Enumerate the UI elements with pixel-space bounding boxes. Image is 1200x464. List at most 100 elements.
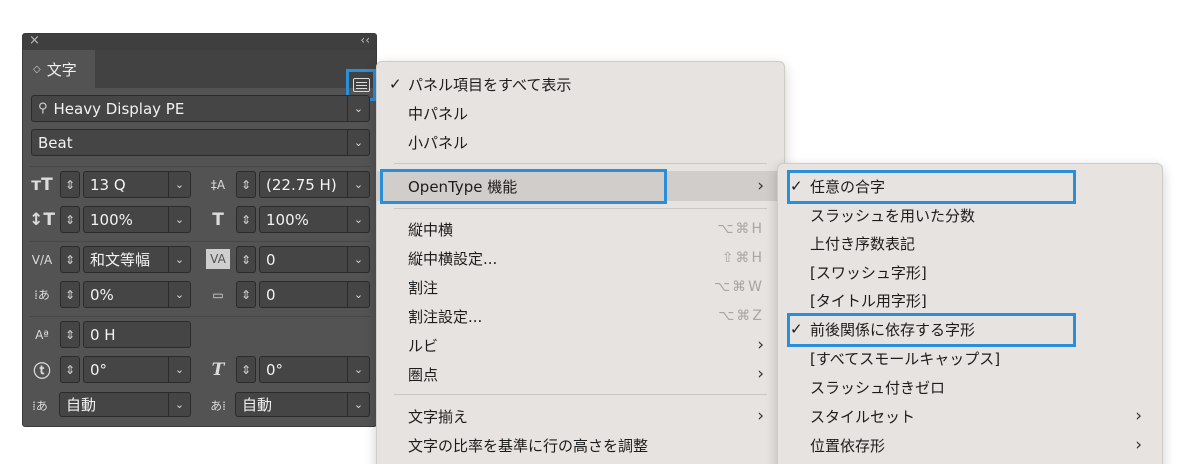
chevron-down-icon[interactable]: ⌄ [347, 393, 369, 416]
kerning-stepper[interactable]: ⇕ [60, 246, 80, 273]
horizontal-scale-value: 100% [266, 210, 309, 229]
rotation-stepper[interactable]: ⇕ [60, 356, 80, 383]
chevron-down-icon[interactable]: ⌄ [347, 207, 369, 232]
chevron-down-icon[interactable]: ⌄ [347, 357, 369, 382]
menu-item-label: 圏点 [408, 365, 439, 384]
menu-item-label: [スワッシュ字形] [810, 263, 927, 282]
baseline-shift-field[interactable]: 0 H [83, 321, 191, 348]
chevron-down-icon[interactable]: ⌄ [347, 130, 369, 155]
aki-before-field[interactable]: 自動 ⌄ [59, 392, 191, 417]
chevron-down-icon[interactable]: ⌄ [347, 247, 369, 272]
menu-item-label: 中パネル [408, 104, 469, 123]
leading-stepper[interactable]: ⇕ [236, 171, 256, 198]
vertical-scale-field[interactable]: 100% ⌄ [83, 206, 191, 233]
tsume-icon: ⁞あ [34, 288, 50, 302]
menu-item-ruby[interactable]: ルビ › [377, 331, 784, 359]
chevron-right-icon: › [1135, 406, 1142, 426]
chevron-right-icon: › [757, 176, 764, 196]
submenu-item-swash[interactable]: [スワッシュ字形] [778, 258, 1162, 286]
rotation-field[interactable]: 0° ⌄ [83, 356, 191, 383]
leading-icon: ‡A [210, 177, 226, 192]
submenu-item-fractions[interactable]: スラッシュを用いた分数 [778, 201, 1162, 229]
panel-tabbar: ◇ 文字 [23, 50, 376, 101]
menu-divider [394, 208, 767, 209]
aki-after-icon: あ⁞ [210, 399, 226, 413]
chevron-down-icon[interactable]: ⌄ [347, 282, 369, 307]
horizontal-scale-icon: T [212, 209, 224, 230]
chevron-down-icon[interactable]: ⌄ [347, 96, 369, 121]
menu-item-label: ルビ [408, 336, 439, 355]
menu-item-line-height[interactable]: 文字の比率を基準に行の高さを調整 [377, 431, 784, 459]
submenu-item-slashed-zero[interactable]: スラッシュ付きゼロ [778, 373, 1162, 401]
font-size-field[interactable]: 13 Q ⌄ [83, 171, 191, 198]
vscale-stepper[interactable]: ⇕ [60, 206, 80, 233]
menu-item-tatechuyoko-settings[interactable]: 縦中横設定... ⇧⌘H [377, 244, 784, 272]
menu-divider [394, 163, 767, 164]
submenu-item-ordinal[interactable]: 上付き序数表記 [778, 229, 1162, 257]
chevron-down-icon[interactable]: ⌄ [168, 172, 190, 197]
menu-item-label: 文字揃え [408, 407, 469, 426]
submenu-item-all-small-caps[interactable]: [すべてスモールキャップス] [778, 344, 1162, 372]
highlight-box [787, 313, 1076, 347]
font-family-select[interactable]: ⚲ Heavy Display PE ⌄ [31, 95, 370, 122]
menu-item-warichu[interactable]: 割注 ⌥⌘W [377, 273, 784, 301]
chevron-right-icon: › [757, 335, 764, 355]
chevron-down-icon[interactable]: ⌄ [347, 172, 369, 197]
submenu-item-positional-forms[interactable]: 位置依存形 › [778, 431, 1162, 459]
rotation-icon: ⓣ [33, 362, 51, 382]
chevron-right-icon: › [1135, 435, 1142, 455]
menu-item-warichu-settings[interactable]: 割注設定... ⌥⌘Z [377, 302, 784, 330]
font-style-value: Beat [38, 133, 73, 152]
tab-label: 文字 [46, 60, 77, 79]
menu-item-kenten[interactable]: 圏点 › [377, 360, 784, 388]
size-stepper[interactable]: ⇕ [60, 171, 80, 198]
menu-item-show-all[interactable]: ✓ パネル項目をすべて表示 [377, 70, 784, 98]
shortcut-label: ⌥⌘Z [718, 308, 764, 324]
submenu-item-stylistic-sets[interactable]: スタイルセット › [778, 402, 1162, 430]
skew-field[interactable]: 0° ⌄ [259, 356, 370, 383]
chevron-down-icon[interactable]: ⌄ [168, 247, 190, 272]
search-icon: ⚲ [38, 101, 48, 116]
baseline-stepper[interactable]: ⇕ [60, 321, 80, 348]
aki-before-value: 自動 [66, 396, 97, 414]
font-size-value: 13 Q [90, 175, 126, 194]
submenu-item-titling[interactable]: [タイトル用字形] [778, 286, 1162, 314]
panel-titlebar: × ‹‹ [23, 33, 376, 50]
menu-item-medium-panel[interactable]: 中パネル [377, 99, 784, 127]
menu-item-label: スタイルセット [810, 407, 916, 426]
chevron-down-icon[interactable]: ⌄ [168, 357, 190, 382]
horizontal-scale-field[interactable]: 100% ⌄ [259, 206, 370, 233]
check-icon: ✓ [389, 75, 402, 93]
vertical-scale-icon: ↕T [29, 209, 55, 230]
tracking-stepper[interactable]: ⇕ [236, 246, 256, 273]
menu-item-tatechuyoko[interactable]: 縦中横 ⌥⌘H [377, 215, 784, 243]
close-icon[interactable]: × [29, 33, 40, 48]
tracking-field[interactable]: 0 ⌄ [259, 246, 370, 273]
skew-stepper[interactable]: ⇕ [236, 356, 256, 383]
skew-value: 0° [266, 360, 284, 379]
tab-character[interactable]: ◇ 文字 [23, 50, 95, 88]
menu-item-label: 縦中横設定... [408, 249, 498, 268]
leading-field[interactable]: (22.75 H) ⌄ [259, 171, 370, 198]
aki-stepper[interactable]: ⇕ [236, 281, 256, 308]
tsume-stepper[interactable]: ⇕ [60, 281, 80, 308]
tracking-icon: VA [206, 249, 230, 269]
chevron-down-icon[interactable]: ⌄ [168, 393, 190, 416]
kerning-icon: V/A [31, 252, 53, 267]
menu-item-align[interactable]: 文字揃え › [377, 402, 784, 430]
chevron-right-icon: › [757, 364, 764, 384]
hscale-stepper[interactable]: ⇕ [236, 206, 256, 233]
font-style-select[interactable]: Beat ⌄ [31, 129, 370, 156]
menu-item-small-panel[interactable]: 小パネル [377, 128, 784, 156]
chevron-down-icon[interactable]: ⌄ [168, 282, 190, 307]
kerning-field[interactable]: 和文等幅 ⌄ [83, 246, 191, 273]
aki-field[interactable]: 0 ⌄ [259, 281, 370, 308]
chevron-down-icon[interactable]: ⌄ [168, 207, 190, 232]
shortcut-label: ⌥⌘W [714, 279, 764, 295]
menu-item-label: 割注設定... [408, 307, 483, 326]
tsume-field[interactable]: 0% ⌄ [83, 281, 191, 308]
font-family-value: Heavy Display PE [53, 99, 185, 118]
aki-after-field[interactable]: 自動 ⌄ [235, 392, 370, 417]
aki-after-value: 自動 [242, 396, 273, 414]
collapse-icon[interactable]: ‹‹ [360, 33, 370, 47]
